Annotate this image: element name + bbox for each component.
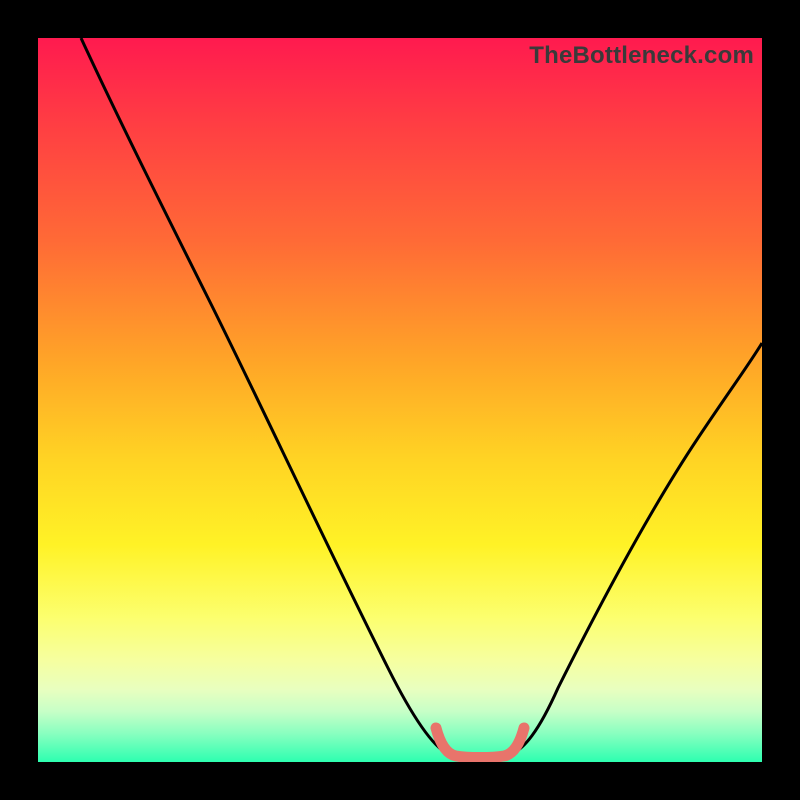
chart-svg bbox=[38, 38, 762, 762]
curve-left bbox=[81, 38, 448, 754]
valley-marker bbox=[436, 728, 524, 758]
chart-frame: TheBottleneck.com bbox=[0, 0, 800, 800]
curve-right bbox=[512, 343, 762, 754]
plot-area: TheBottleneck.com bbox=[38, 38, 762, 762]
